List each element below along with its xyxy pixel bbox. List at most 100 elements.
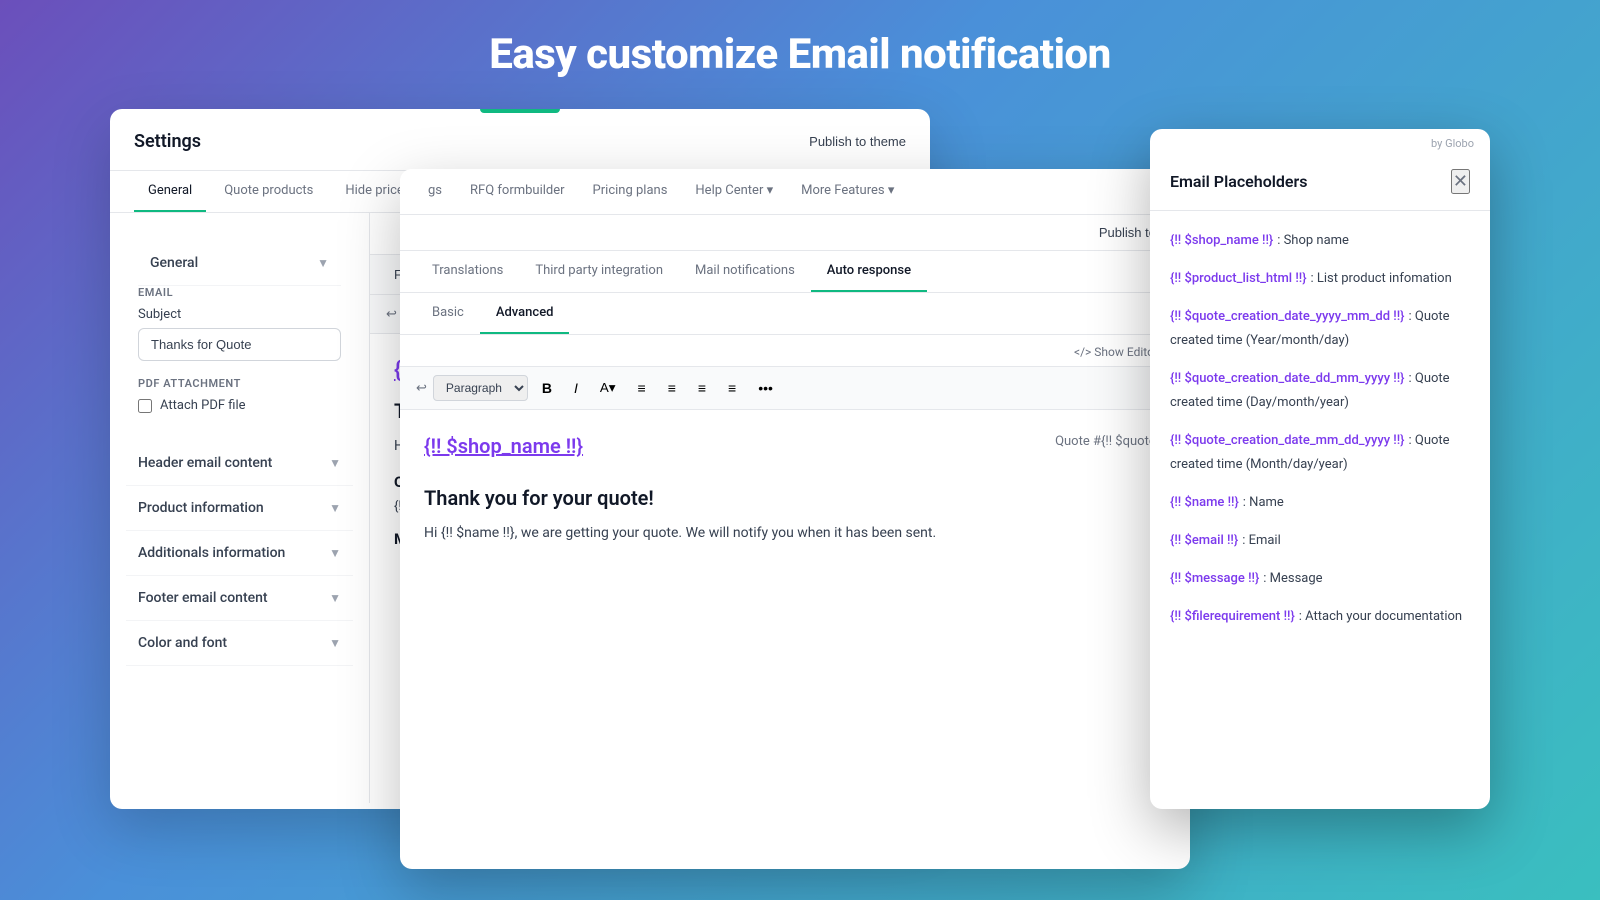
attach-pdf-row: Attach PDF file — [138, 398, 341, 413]
ph-close-button[interactable]: ✕ — [1451, 169, 1470, 194]
ar-tab-translations[interactable]: Translations — [416, 251, 519, 292]
tab-general[interactable]: General — [134, 171, 206, 212]
ph-desc-5: : Name — [1243, 495, 1284, 510]
sidebar-section-additionals[interactable]: Additionals information ▼ — [126, 531, 353, 576]
sidebar-section-general[interactable]: General ▼ — [138, 241, 341, 286]
ar-align-right-btn[interactable]: ≡ — [690, 376, 714, 400]
ph-code-0: {!! $shop_name !!} — [1170, 233, 1273, 248]
ph-item-6: {!! $email !!} : Email — [1170, 527, 1470, 551]
ar-more-btn[interactable]: ••• — [750, 376, 781, 400]
general-arrow: ▼ — [317, 256, 329, 270]
ar-align-left-btn[interactable]: ≡ — [630, 376, 654, 400]
ar-nav-pricing[interactable]: Pricing plans — [581, 169, 680, 214]
ar-publish-row: Publish to t... — [400, 215, 1190, 251]
ph-header: Email Placeholders ✕ — [1150, 149, 1490, 211]
ar-tab-auto-response[interactable]: Auto response — [811, 251, 927, 292]
subject-input[interactable] — [138, 328, 341, 361]
ph-item-3: {!! $quote_creation_date_dd_mm_yyyy !!} … — [1170, 365, 1470, 413]
subject-label: Subject — [138, 307, 341, 322]
ar-nav-rfq[interactable]: RFQ formbuilder — [458, 169, 577, 214]
sidebar-section-product[interactable]: Product information ▼ — [126, 486, 353, 531]
tab-quote-products[interactable]: Quote products — [210, 171, 327, 212]
header-email-label: Header email content — [138, 455, 272, 471]
ar-tab-third-party[interactable]: Third party integration — [519, 251, 679, 292]
ar-tab-mail[interactable]: Mail notifications — [679, 251, 811, 292]
ph-item-1: {!! $product_list_html !!} : List produc… — [1170, 265, 1470, 289]
sidebar-section-footer[interactable]: Footer email content ▼ — [126, 576, 353, 621]
header-arrow: ▼ — [329, 456, 341, 470]
settings-title: Settings — [134, 131, 201, 152]
ph-desc-6: : Email — [1242, 533, 1281, 548]
settings-header: Settings Publish to theme — [110, 113, 930, 171]
sidebar-section-header[interactable]: Header email content ▼ — [126, 441, 353, 486]
color-font-label: Color and font — [138, 635, 227, 651]
ar-editor-content: {!! $shop_name !!} Quote #{!! $quote... … — [400, 410, 1190, 584]
email-field-group: EMAIL Subject — [138, 286, 341, 361]
ph-desc-0: : Shop name — [1277, 233, 1349, 248]
ph-desc-1: : List product infomation — [1311, 271, 1452, 286]
ar-nav-help[interactable]: Help Center ▾ — [683, 169, 785, 214]
ar-sub-tabs: Translations Third party integration Mai… — [400, 251, 1190, 293]
publish-theme-button[interactable]: Publish to theme — [809, 134, 906, 149]
additionals-label: Additionals information — [138, 545, 285, 561]
ph-code-4: {!! $quote_creation_date_mm_dd_yyyy !!} — [1170, 433, 1405, 448]
ar-nav-gs[interactable]: gs — [416, 169, 454, 214]
auto-response-panel: gs RFQ formbuilder Pricing plans Help Ce… — [400, 169, 1190, 869]
ph-item-4: {!! $quote_creation_date_mm_dd_yyyy !!} … — [1170, 427, 1470, 475]
ph-code-1: {!! $product_list_html !!} — [1170, 271, 1307, 286]
footer-email-label: Footer email content — [138, 590, 268, 606]
ar-email-body: Hi {!! $name !!}, we are getting your qu… — [424, 522, 1166, 544]
ph-item-5: {!! $name !!} : Name — [1170, 489, 1470, 513]
ph-item-2: {!! $quote_creation_date_yyyy_mm_dd !!} … — [1170, 303, 1470, 351]
ar-refresh-btn[interactable]: ↩ — [416, 380, 427, 396]
ar-header-row: {!! $shop_name !!} Quote #{!! $quote... — [424, 434, 1166, 474]
sidebar-section-color[interactable]: Color and font ▼ — [126, 621, 353, 666]
ph-desc-7: : Message — [1263, 571, 1322, 586]
additionals-arrow: ▼ — [329, 546, 341, 560]
ar-align-center-btn[interactable]: ≡ — [660, 376, 684, 400]
general-expanded: General ▼ EMAIL Subject PDF ATTACHMENT A… — [126, 229, 353, 441]
ph-desc-8: : Attach your documentation — [1299, 609, 1462, 624]
ar-align-justify-btn[interactable]: ≡ — [720, 376, 744, 400]
ph-code-8: {!! $filerequirement !!} — [1170, 609, 1295, 624]
attach-pdf-checkbox[interactable] — [138, 399, 152, 413]
ph-item-8: {!! $filerequirement !!} : Attach your d… — [1170, 603, 1470, 627]
by-globo: by Globo — [1415, 129, 1490, 158]
ar-tab-basic[interactable]: Basic — [416, 293, 480, 334]
ar-paragraph-select[interactable]: Paragraph — [433, 375, 528, 401]
ph-code-5: {!! $name !!} — [1170, 495, 1239, 510]
placeholders-panel: by Globo Email Placeholders ✕ {!! $shop_… — [1150, 129, 1490, 809]
pdf-label: PDF ATTACHMENT — [138, 377, 341, 390]
ui-container: Settings Publish to theme General Quote … — [110, 109, 1490, 839]
ph-list: {!! $shop_name !!} : Shop name {!! $prod… — [1150, 211, 1490, 809]
ph-title: Email Placeholders — [1170, 172, 1308, 191]
ar-tab-advanced[interactable]: Advanced — [480, 293, 570, 334]
color-arrow: ▼ — [329, 636, 341, 650]
ar-show-editor-row: </> Show Editor — [400, 335, 1190, 367]
ph-code-2: {!! $quote_creation_date_yyyy_mm_dd !!} — [1170, 309, 1405, 324]
ar-editor-tabs: Basic Advanced — [400, 293, 1190, 335]
footer-arrow: ▼ — [329, 591, 341, 605]
ph-code-6: {!! $email !!} — [1170, 533, 1238, 548]
email-label: EMAIL — [138, 286, 341, 299]
ar-italic-btn[interactable]: I — [566, 376, 586, 400]
product-info-label: Product information — [138, 500, 264, 516]
ar-shop-name: {!! $shop_name !!} — [424, 434, 583, 458]
ph-code-7: {!! $message !!} — [1170, 571, 1259, 586]
general-label: General — [150, 255, 198, 271]
pdf-field-group: PDF ATTACHMENT Attach PDF file — [138, 377, 341, 413]
ar-bold-btn[interactable]: B — [534, 376, 560, 400]
ar-email-heading: Thank you for your quote! — [424, 486, 1166, 510]
ar-top-nav: gs RFQ formbuilder Pricing plans Help Ce… — [400, 169, 1190, 215]
ph-item-0: {!! $shop_name !!} : Shop name — [1170, 227, 1470, 251]
page-title: Easy customize Email notification — [489, 30, 1110, 79]
ar-toolbar: ↩ Paragraph B I A▾ ≡ ≡ ≡ ≡ ••• — [400, 367, 1190, 410]
product-arrow: ▼ — [329, 501, 341, 515]
ph-item-7: {!! $message !!} : Message — [1170, 565, 1470, 589]
attach-pdf-label: Attach PDF file — [160, 398, 246, 413]
ar-highlight-btn[interactable]: A▾ — [592, 376, 624, 400]
ar-nav-more[interactable]: More Features ▾ — [789, 169, 906, 214]
ph-code-3: {!! $quote_creation_date_dd_mm_yyyy !!} — [1170, 371, 1405, 386]
undo-btn[interactable]: ↩ — [386, 306, 397, 322]
settings-sidebar: General ▼ EMAIL Subject PDF ATTACHMENT A… — [110, 213, 370, 803]
